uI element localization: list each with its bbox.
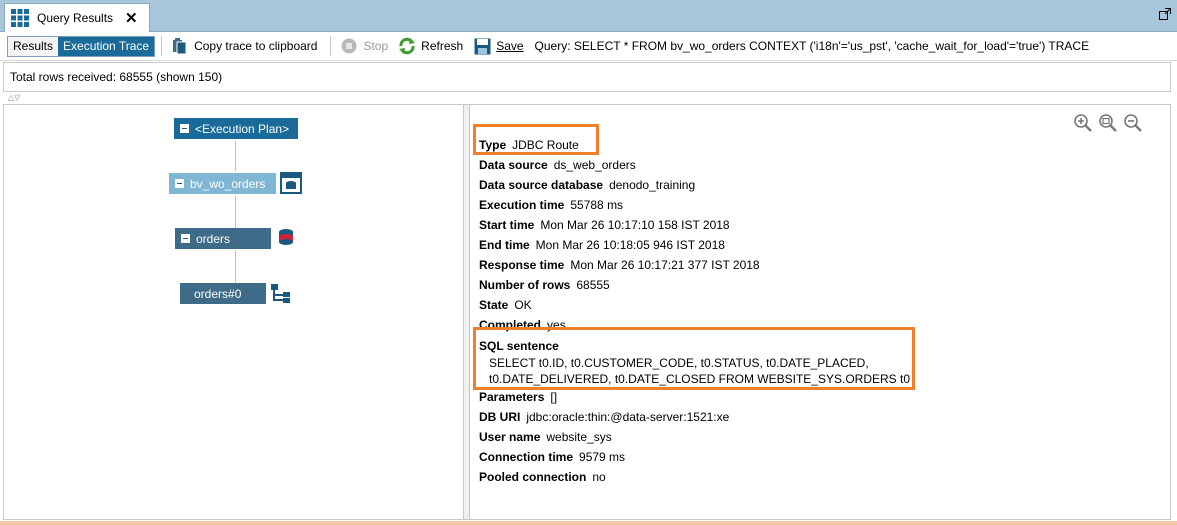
property-row: Data source ds_web_orders — [479, 155, 910, 175]
property-row: Execution time 55788 ms — [479, 195, 910, 215]
stop-icon — [340, 37, 358, 55]
view-icon — [280, 172, 302, 194]
property-key: Execution time — [479, 198, 565, 212]
property-key: Number of rows — [479, 278, 571, 292]
route-icon — [271, 284, 290, 303]
type-highlight-box — [473, 124, 599, 155]
stop-label: Stop — [363, 39, 389, 53]
properties-list: Type JDBC Route Data source ds_web_orders … — [479, 135, 910, 487]
execution-plan-tree: <Execution Plan> bv_wo_orders orders ord… — [4, 105, 464, 519]
clipboard-icon — [171, 37, 189, 55]
refresh-icon — [398, 37, 416, 55]
tab-query-results[interactable]: Query Results ✕ — [4, 3, 150, 32]
property-row: User name website_sys — [479, 427, 910, 447]
tree-connector — [235, 196, 236, 229]
property-key: Data source — [479, 158, 548, 172]
collapse-arrows-icon[interactable]: △▽ — [8, 93, 20, 102]
property-row: DB URI jdbc:oracle:thin:@data-server:1521… — [479, 407, 910, 427]
property-value: 55788 ms — [570, 198, 624, 212]
view-toggle: Results Execution Trace — [7, 35, 156, 57]
save-button[interactable]: Save — [470, 35, 526, 57]
property-row: Parameters [] — [479, 387, 910, 407]
property-row: End time Mon Mar 26 10:18:05 946 IST 2018 — [479, 235, 910, 255]
node-properties-pane: Type JDBC Route Data source ds_web_orders … — [471, 105, 1170, 519]
query-text: Query: SELECT * FROM bv_wo_orders CONTEX… — [534, 39, 1090, 53]
tree-connector — [235, 250, 236, 283]
property-key: Connection time — [479, 450, 574, 464]
maximize-icon[interactable] — [1159, 8, 1171, 20]
zoom-controls — [1073, 113, 1142, 132]
property-value: [] — [550, 390, 558, 404]
property-value: Mon Mar 26 10:17:10 158 IST 2018 — [540, 218, 730, 232]
tree-node-label: <Execution Plan> — [195, 121, 290, 136]
property-key: State — [479, 298, 509, 312]
trace-panel: <Execution Plan> bv_wo_orders orders ord… — [3, 104, 1171, 520]
zoom-in-icon[interactable] — [1073, 113, 1092, 132]
property-key: Parameters — [479, 390, 545, 404]
toolbar-separator — [161, 36, 163, 56]
property-key: Pooled connection — [479, 470, 587, 484]
property-row: Response time Mon Mar 26 10:17:21 377 IST… — [479, 255, 910, 275]
status-strip — [0, 521, 1177, 525]
close-icon[interactable]: ✕ — [125, 11, 138, 26]
rows-info-panel: Total rows received: 68555 (shown 150) — [3, 62, 1171, 92]
property-value: Mon Mar 26 10:17:21 377 IST 2018 — [570, 258, 760, 272]
tree-node-label: orders#0 — [194, 286, 242, 301]
property-value: website_sys — [546, 430, 612, 444]
property-key: User name — [479, 430, 541, 444]
tree-node-label: orders — [196, 231, 231, 246]
tree-node-execution-plan[interactable]: <Execution Plan> — [174, 118, 298, 139]
tree-node-label: bv_wo_orders — [190, 176, 266, 191]
property-key: DB URI — [479, 410, 521, 424]
property-row: Number of rows 68555 — [479, 275, 910, 295]
toolbar: Results Execution Trace Copy trace to cl… — [0, 32, 1177, 61]
property-value: ds_web_orders — [553, 158, 636, 172]
refresh-button[interactable]: Refresh — [395, 35, 466, 57]
property-row: Data source database denodo_training — [479, 175, 910, 195]
tree-node-datasource[interactable]: orders — [175, 228, 271, 249]
tab-title: Query Results — [37, 11, 114, 25]
tab-bar: Query Results ✕ — [0, 0, 1177, 32]
property-key: End time — [479, 238, 530, 252]
property-row: State OK — [479, 295, 910, 315]
execution-trace-button[interactable]: Execution Trace — [58, 36, 155, 56]
property-value: jdbc:oracle:thin:@data-server:1521:xe — [526, 410, 730, 424]
property-value: denodo_training — [609, 178, 696, 192]
pane-splitter[interactable] — [464, 105, 470, 519]
rows-received-text: Total rows received: 68555 (shown 150) — [10, 70, 223, 84]
grid-icon — [11, 9, 29, 27]
sql-highlight-box — [473, 327, 915, 390]
property-key: Response time — [479, 258, 565, 272]
property-value: no — [592, 470, 606, 484]
property-value: 9579 ms — [579, 450, 626, 464]
collapse-icon[interactable] — [181, 234, 190, 243]
property-row: Pooled connection no — [479, 467, 910, 487]
zoom-out-icon[interactable] — [1123, 113, 1142, 132]
results-button[interactable]: Results — [8, 36, 59, 56]
collapse-icon[interactable] — [180, 124, 189, 133]
zoom-reset-icon[interactable] — [1098, 113, 1117, 132]
property-row: Start time Mon Mar 26 10:17:10 158 IST 20… — [479, 215, 910, 235]
collapse-icon[interactable] — [175, 179, 184, 188]
floppy-disk-icon — [473, 37, 491, 55]
tree-connector — [235, 141, 236, 171]
copy-trace-button[interactable]: Copy trace to clipboard — [168, 35, 320, 57]
property-key: Data source database — [479, 178, 604, 192]
property-value: Mon Mar 26 10:18:05 946 IST 2018 — [535, 238, 725, 252]
refresh-label: Refresh — [421, 39, 464, 53]
property-key: Start time — [479, 218, 535, 232]
property-row: Connection time 9579 ms — [479, 447, 910, 467]
copy-trace-label: Copy trace to clipboard — [194, 39, 318, 53]
tree-node-view[interactable]: bv_wo_orders — [169, 173, 276, 194]
database-icon — [279, 229, 293, 245]
property-value: OK — [514, 298, 532, 312]
toolbar-separator — [330, 36, 332, 56]
stop-button[interactable]: Stop — [337, 35, 391, 57]
tree-node-route[interactable]: orders#0 — [180, 283, 266, 304]
save-label: Save — [496, 39, 524, 53]
property-value: 68555 — [576, 278, 610, 292]
